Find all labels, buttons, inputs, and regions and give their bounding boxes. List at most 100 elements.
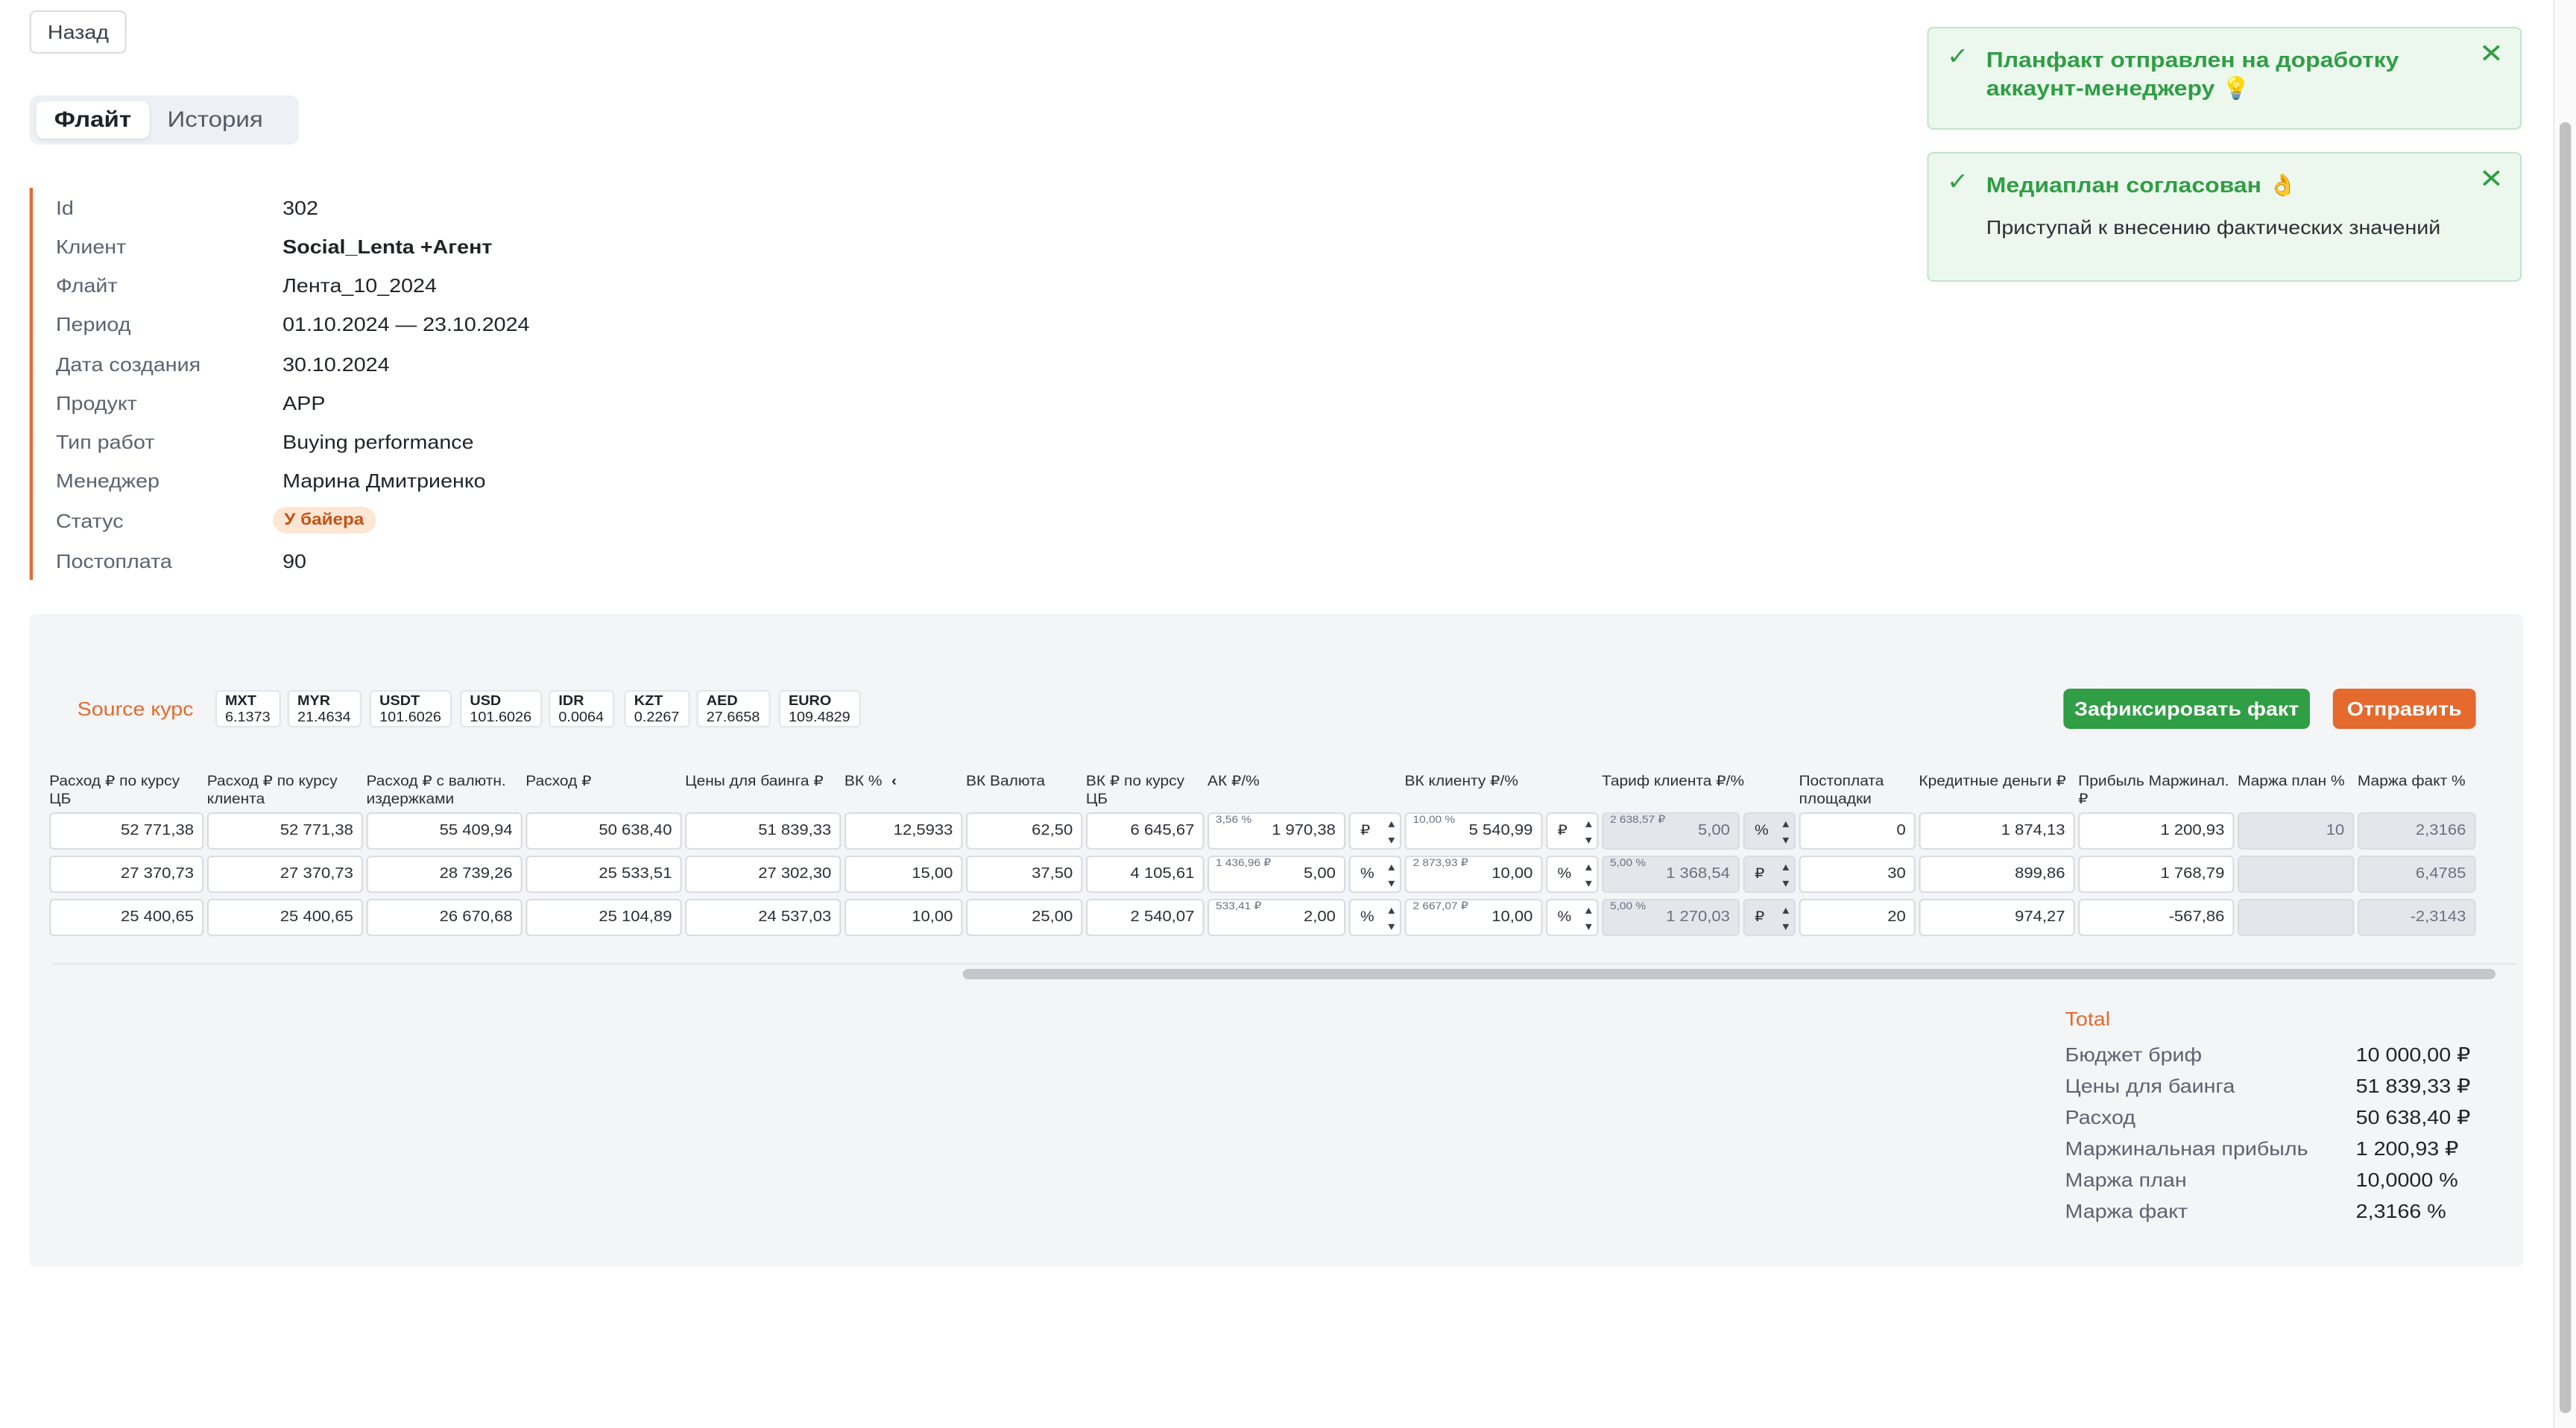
cell-vk-client[interactable]: 2 667,07 ₽ 10,00	[1404, 899, 1543, 936]
cell-credit[interactable]: 974,27	[1919, 899, 2075, 936]
fix-fact-button[interactable]: Зафиксировать факт	[2063, 689, 2310, 729]
col-header: Маржа план %	[2237, 774, 2345, 790]
table-horizontal-scrollbar[interactable]	[962, 969, 2496, 979]
cell-vk-currency[interactable]: 25,00	[966, 899, 1083, 936]
cell-value: 1 970,38	[1272, 823, 1336, 839]
fact-panel: Source курс MXT 6.1373 MYR 21.4634 USDT 101…	[29, 614, 2524, 1267]
cell-ak[interactable]: 3,56 % 1 970,38	[1208, 812, 1346, 850]
chevron-left-icon[interactable]: ‹	[891, 774, 897, 790]
cell-credit[interactable]: 1 874,13	[1919, 812, 2075, 850]
close-icon[interactable]: ✕	[2479, 164, 2504, 195]
rate-code: MXT	[224, 693, 256, 708]
send-button[interactable]: Отправить	[2332, 689, 2476, 729]
unit-value: %	[1754, 823, 1769, 839]
cell-spend-cb[interactable]: 52 771,38	[49, 812, 204, 850]
rate-value: 27.6658	[706, 710, 760, 724]
cell-vk-percent[interactable]: 10,00	[844, 899, 963, 936]
cell-value: 5,00	[1698, 823, 1730, 839]
cell-vk-client[interactable]: 10,00 % 5 540,99	[1404, 812, 1543, 850]
cell-spend-fx[interactable]: 55 409,94	[366, 812, 523, 850]
total-label: Маржа факт	[2065, 1200, 2188, 1222]
unit-value: ₽	[1754, 909, 1765, 926]
cell-vk-rub[interactable]: 4 105,61	[1085, 856, 1205, 893]
cell-spend-fx[interactable]: 28 739,26	[366, 856, 523, 893]
info-label: Id	[55, 196, 74, 218]
cell-client-tariff: 2 638,57 ₽ 5,00	[1601, 812, 1740, 850]
cell-vk-client[interactable]: 2 873,93 ₽ 10,00	[1404, 856, 1543, 893]
info-row-flight: Флайт Лента_10_2024	[56, 270, 437, 300]
cell-spend[interactable]: 25 533,51	[525, 856, 682, 893]
cell-sub: 5,00 %	[1610, 902, 1647, 912]
info-value: 30.10.2024	[282, 353, 390, 375]
cell-buying-price[interactable]: 24 537,03	[685, 899, 842, 936]
cell-postpay[interactable]: 0	[1799, 812, 1916, 850]
info-value: APP	[282, 391, 326, 414]
rate-code: EURO	[788, 693, 832, 708]
unit-select[interactable]: ₽ ▴ ▾	[1546, 812, 1599, 850]
cell-postpay[interactable]: 20	[1799, 899, 1916, 936]
cell-spend-client[interactable]: 27 370,73	[206, 856, 364, 893]
col-header: Расход ₽ по курсу ЦБ	[49, 774, 180, 808]
cell-spend-fx[interactable]: 26 670,68	[366, 899, 523, 936]
rate-chip: IDR 0.0064	[549, 690, 614, 727]
rate-code: USDT	[379, 693, 420, 708]
cell-ak[interactable]: 1 436,96 ₽ 5,00	[1208, 856, 1346, 893]
info-value: Лента_10_2024	[282, 274, 437, 296]
close-icon[interactable]: ✕	[2479, 39, 2504, 70]
cell-vk-rub[interactable]: 6 645,67	[1085, 812, 1205, 850]
unit-select[interactable]: ₽ ▴ ▾	[1348, 812, 1402, 850]
unit-select[interactable]: % ▴ ▾	[1348, 899, 1402, 936]
col-header: Прибыль Маржинал. ₽	[2078, 774, 2229, 808]
flight-info: Id 302 Клиент Social_Lenta +Агент Флайт …	[29, 188, 625, 580]
cell-buying-price[interactable]: 51 839,33	[685, 812, 842, 850]
info-label: Менеджер	[55, 469, 160, 491]
sort-icon: ▴ ▾	[1585, 817, 1592, 847]
cell-spend-client[interactable]: 52 771,38	[206, 812, 364, 850]
total-label: Цены для баинга	[2065, 1075, 2235, 1097]
cell-spend[interactable]: 25 104,89	[525, 899, 682, 936]
cell-profit[interactable]: 1 768,79	[2078, 856, 2235, 893]
unit-select[interactable]: % ▴ ▾	[1546, 899, 1599, 936]
unit-select[interactable]: % ▴ ▾	[1546, 856, 1599, 893]
rate-value: 0.0064	[558, 710, 604, 724]
rate-chip: USDT 101.6026	[369, 690, 452, 727]
rate-code: KZT	[634, 693, 663, 708]
cell-margin-plan	[2237, 856, 2355, 893]
cell-profit[interactable]: 1 200,93	[2078, 812, 2235, 850]
cell-vk-percent[interactable]: 15,00	[844, 856, 963, 893]
totals-title: Total	[2065, 1008, 2111, 1030]
cell-vk-currency[interactable]: 37,50	[966, 856, 1083, 893]
col-header: АК ₽/%	[1208, 774, 1260, 790]
unit-select[interactable]: % ▴ ▾	[1348, 856, 1402, 893]
cell-credit[interactable]: 899,86	[1919, 856, 2075, 893]
cell-spend-cb[interactable]: 25 400,65	[49, 899, 204, 936]
tab-history[interactable]: История	[149, 101, 281, 139]
rate-chip: AED 27.6658	[696, 690, 770, 727]
sort-icon: ▴ ▾	[1782, 817, 1790, 847]
cell-sub: 2 638,57 ₽	[1610, 815, 1666, 826]
cell-buying-price[interactable]: 27 302,30	[685, 856, 842, 893]
check-icon: ✓	[1946, 45, 1969, 70]
cell-margin-plan	[2237, 899, 2355, 936]
tab-flight[interactable]: Флайт	[36, 101, 150, 139]
cell-ak[interactable]: 533,41 ₽ 2,00	[1208, 899, 1346, 936]
cell-spend-client[interactable]: 25 400,65	[206, 899, 364, 936]
cell-profit[interactable]: -567,86	[2078, 899, 2235, 936]
page-root: Назад Флайт История Id 302 Клиент Social…	[0, 0, 2576, 1428]
info-label: Тип работ	[55, 430, 155, 452]
cell-vk-currency[interactable]: 62,50	[966, 812, 1083, 850]
page-scrollbar[interactable]	[2559, 122, 2572, 1413]
cell-margin-fact: 6,4785	[2357, 856, 2476, 893]
cell-client-tariff: 5,00 % 1 368,54	[1601, 856, 1740, 893]
cell-vk-rub[interactable]: 2 540,07	[1085, 899, 1205, 936]
cell-postpay[interactable]: 30	[1799, 856, 1916, 893]
unit-value: %	[1557, 866, 1572, 882]
sort-icon: ▴ ▾	[1585, 903, 1592, 933]
cell-spend[interactable]: 50 638,40	[525, 812, 682, 850]
cell-spend-cb[interactable]: 27 370,73	[49, 856, 204, 893]
back-button[interactable]: Назад	[29, 10, 127, 54]
info-row-work-type: Тип работ Buying performance	[56, 426, 474, 456]
cell-vk-percent[interactable]: 12,5933	[844, 812, 963, 850]
info-value: Social_Lenta +Агент	[282, 235, 493, 257]
info-row-postpay: Постоплата 90	[56, 546, 306, 575]
